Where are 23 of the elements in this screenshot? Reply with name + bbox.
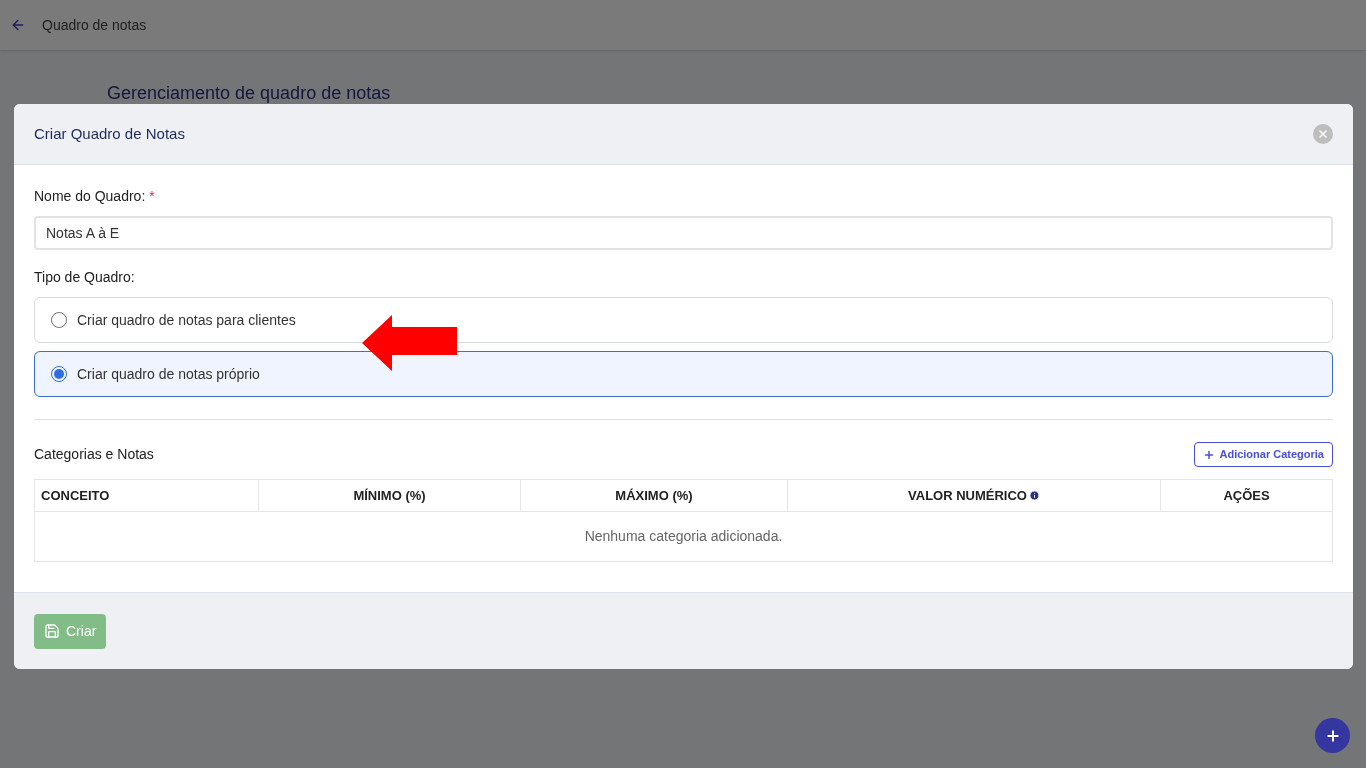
field-label: Nome do Quadro:: [34, 187, 146, 206]
column-header: CONCEITO: [41, 486, 110, 505]
page-heading: Gerenciamento de quadro de notas: [107, 82, 392, 105]
add-button[interactable]: [1315, 718, 1350, 753]
field-label: Tipo de Quadro:: [34, 268, 136, 287]
arrow-icon: [362, 315, 458, 371]
modal-title: Criar Quadro de Notas: [34, 123, 185, 144]
radio-option[interactable]: Criar quadro de notas próprio: [34, 351, 1333, 397]
required-mark: *: [149, 187, 155, 206]
section-title: Categorias e Notas: [34, 445, 154, 464]
column-header: MÍNIMO (%): [353, 486, 426, 505]
column-header: VALOR NUMÉRICO: [908, 486, 1027, 505]
plus-icon: [1324, 727, 1341, 744]
radio-option[interactable]: Criar quadro de notas para clientes: [34, 297, 1333, 343]
column-header: MÁXIMO (%): [615, 486, 693, 505]
page-title: Quadro de notas: [42, 15, 147, 35]
info-icon[interactable]: [1028, 490, 1040, 501]
empty-message: Nenhuma categoria adicionada.: [583, 527, 784, 546]
plus-icon: [1203, 448, 1216, 461]
column-header: AÇÕES: [1223, 486, 1270, 505]
input-field[interactable]: Notas A à E: [34, 216, 1333, 250]
add-category-button[interactable]: Adicionar Categoria: [1194, 442, 1333, 467]
close-icon: [1317, 128, 1329, 140]
